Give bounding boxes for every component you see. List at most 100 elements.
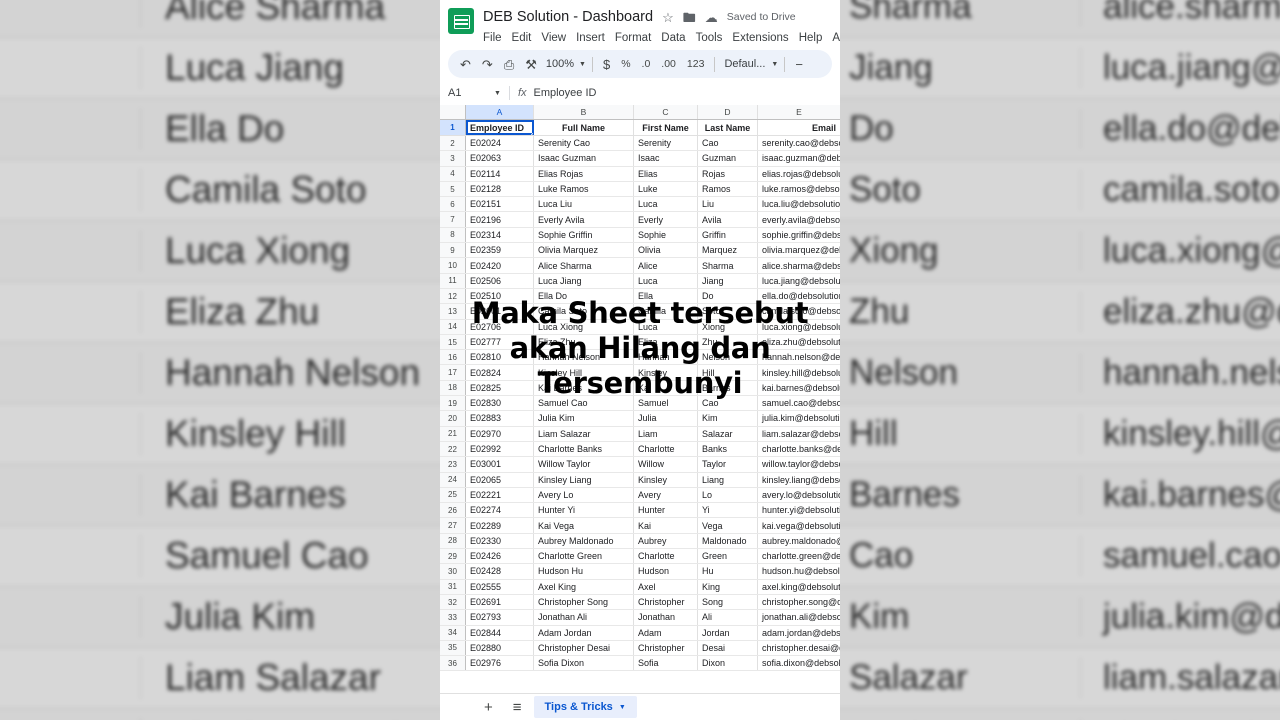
cell-first-name[interactable]: Ella bbox=[634, 288, 698, 304]
cell-full-name[interactable]: Adam Jordan bbox=[534, 625, 634, 640]
print-icon[interactable]: ⎙ bbox=[500, 58, 518, 71]
row-number[interactable]: 25 bbox=[440, 487, 466, 503]
row-number[interactable]: 33 bbox=[440, 610, 466, 625]
cell-employee-id[interactable]: E02825 bbox=[466, 380, 534, 396]
cell-a1[interactable]: Employee ID bbox=[466, 120, 534, 135]
cell-first-name[interactable]: Kinsley bbox=[634, 472, 698, 487]
cell-email[interactable]: willow.taylor@debso bbox=[758, 457, 840, 471]
cell-full-name[interactable]: Hannah Nelson bbox=[534, 350, 634, 365]
cell-last-name[interactable]: Sharma bbox=[698, 258, 758, 273]
cell-full-name[interactable]: Luca Xiong bbox=[534, 319, 634, 334]
cell-last-name[interactable]: Rojas bbox=[698, 166, 758, 181]
table-row[interactable]: 3 E02063 Isaac Guzman Isaac Guzman isaac.guzm… bbox=[440, 151, 840, 167]
cell-email[interactable]: olivia.marquez@deb bbox=[758, 243, 840, 257]
cell-email[interactable]: luke.ramos@debsolu bbox=[758, 182, 840, 196]
cell-employee-id[interactable]: E02824 bbox=[466, 365, 534, 380]
row-number[interactable]: 3 bbox=[440, 151, 466, 166]
cell-full-name[interactable]: Kinsley Hill bbox=[534, 365, 634, 380]
cell-last-name[interactable]: Cao bbox=[698, 136, 758, 151]
menu-view[interactable]: View bbox=[541, 32, 566, 44]
row-number[interactable]: 5 bbox=[440, 181, 466, 197]
cell-last-name[interactable]: Green bbox=[698, 549, 758, 564]
cell-first-name[interactable]: Charlotte bbox=[634, 549, 698, 564]
column-header-c[interactable]: C bbox=[634, 105, 698, 119]
cell-full-name[interactable]: Sophie Griffin bbox=[534, 227, 634, 243]
selection-handle[interactable] bbox=[531, 133, 533, 135]
cell-last-name[interactable]: Song bbox=[698, 594, 758, 610]
row-number[interactable]: 10 bbox=[440, 258, 466, 273]
table-row[interactable]: 35 E02880 Christopher Desai Christopher Desa… bbox=[440, 640, 840, 657]
cell-employee-id[interactable]: E02777 bbox=[466, 334, 534, 350]
cell-last-name[interactable]: Kim bbox=[698, 411, 758, 426]
cell-full-name[interactable]: Christopher Desai bbox=[534, 640, 634, 656]
cell-first-name[interactable]: Sophie bbox=[634, 227, 698, 243]
menu-edit[interactable]: Edit bbox=[512, 32, 532, 44]
cell-email[interactable]: avery.lo@debsolutior bbox=[758, 488, 840, 502]
cell-last-name[interactable]: Maldonado bbox=[698, 533, 758, 549]
cell-email[interactable]: camila.soto@debso bbox=[758, 304, 840, 318]
menu-tools[interactable]: Tools bbox=[696, 32, 723, 44]
cell-employee-id[interactable]: E02314 bbox=[466, 227, 534, 243]
cell-first-name[interactable]: Eliza bbox=[634, 334, 698, 350]
cell-last-name[interactable]: King bbox=[698, 579, 758, 594]
cell-email[interactable]: hunter.yi@debsolutio bbox=[758, 503, 840, 517]
cell-e1[interactable]: Email bbox=[758, 120, 840, 135]
row-number[interactable]: 28 bbox=[440, 533, 466, 549]
table-row[interactable]: 24 E02065 Kinsley Liang Kinsley Liang kinsley… bbox=[440, 472, 840, 488]
table-row[interactable]: 19 E02830 Samuel Cao Samuel Cao samuel.cao@de… bbox=[440, 396, 840, 412]
cell-last-name[interactable]: Cao bbox=[698, 396, 758, 411]
cell-employee-id[interactable]: E02883 bbox=[466, 411, 534, 426]
cell-first-name[interactable]: Kai bbox=[634, 380, 698, 396]
cell-full-name[interactable]: Luke Ramos bbox=[534, 181, 634, 197]
row-number[interactable]: 31 bbox=[440, 579, 466, 594]
row-number[interactable]: 26 bbox=[440, 503, 466, 518]
cell-full-name[interactable]: Kinsley Liang bbox=[534, 472, 634, 487]
cell-email[interactable]: luca.liu@debsolution bbox=[758, 197, 840, 211]
cell-full-name[interactable]: Luca Liu bbox=[534, 197, 634, 212]
row-number[interactable]: 22 bbox=[440, 441, 466, 457]
cell-full-name[interactable]: Alice Sharma bbox=[534, 258, 634, 273]
table-row[interactable]: 5 E02128 Luke Ramos Luke Ramos luke.ramos@deb… bbox=[440, 181, 840, 198]
row-number[interactable]: 27 bbox=[440, 518, 466, 533]
cell-first-name[interactable]: Camila bbox=[634, 304, 698, 319]
cell-employee-id[interactable]: E02601 bbox=[466, 304, 534, 319]
row-number[interactable]: 7 bbox=[440, 212, 466, 227]
cell-first-name[interactable]: Liam bbox=[634, 426, 698, 441]
cell-email[interactable]: kai.vega@debsolutio bbox=[758, 518, 840, 532]
cell-last-name[interactable]: Xiong bbox=[698, 319, 758, 334]
cell-full-name[interactable]: Olivia Marquez bbox=[534, 243, 634, 258]
cell-employee-id[interactable]: E02128 bbox=[466, 181, 534, 197]
cell-full-name[interactable]: Serenity Cao bbox=[534, 136, 634, 151]
font-name-selector[interactable]: Defaul... bbox=[721, 58, 768, 70]
cell-first-name[interactable]: Alice bbox=[634, 258, 698, 273]
cell-email[interactable]: samuel.cao@debsol bbox=[758, 396, 840, 410]
cell-first-name[interactable]: Julia bbox=[634, 411, 698, 426]
cell-email[interactable]: kinsley.hill@debsolut bbox=[758, 365, 840, 379]
row-number[interactable]: 19 bbox=[440, 396, 466, 411]
menu-overflow[interactable]: A bbox=[832, 32, 840, 44]
table-row[interactable]: 14 E02706 Luca Xiong Luca Xiong luca.xiong@de… bbox=[440, 319, 840, 335]
cell-full-name[interactable]: Christopher Song bbox=[534, 594, 634, 610]
hamburger-icon[interactable]: ≡ bbox=[505, 700, 530, 715]
row-number[interactable]: 20 bbox=[440, 411, 466, 426]
cell-employee-id[interactable]: E02420 bbox=[466, 258, 534, 273]
cell-full-name[interactable]: Liam Salazar bbox=[534, 426, 634, 441]
column-header-d[interactable]: D bbox=[698, 105, 758, 119]
row-number[interactable]: 2 bbox=[440, 136, 466, 151]
cell-email[interactable]: christopher.desai@d bbox=[758, 641, 840, 655]
cell-email[interactable]: adam.jordan@debso bbox=[758, 626, 840, 640]
move-to-folder-icon[interactable]: 🖿 bbox=[683, 11, 696, 24]
cell-employee-id[interactable]: E02196 bbox=[466, 212, 534, 227]
cell-full-name[interactable]: Luca Jiang bbox=[534, 273, 634, 288]
cell-employee-id[interactable]: E02810 bbox=[466, 350, 534, 365]
cell-first-name[interactable]: Olivia bbox=[634, 243, 698, 258]
cell-employee-id[interactable]: E02114 bbox=[466, 166, 534, 181]
namebox-chevron-down-icon[interactable]: ▼ bbox=[494, 90, 501, 97]
table-row[interactable]: 32 E02691 Christopher Song Christopher Song c… bbox=[440, 594, 840, 611]
row-number[interactable]: 32 bbox=[440, 594, 466, 610]
cell-last-name[interactable]: Banks bbox=[698, 441, 758, 457]
redo-icon[interactable]: ↷ bbox=[478, 58, 497, 71]
table-row[interactable]: 33 E02793 Jonathan Ali Jonathan Ali jonathan.… bbox=[440, 610, 840, 626]
cell-full-name[interactable]: Charlotte Green bbox=[534, 549, 634, 564]
table-row[interactable]: 25 E02221 Avery Lo Avery Lo avery.lo@debsolut… bbox=[440, 487, 840, 504]
